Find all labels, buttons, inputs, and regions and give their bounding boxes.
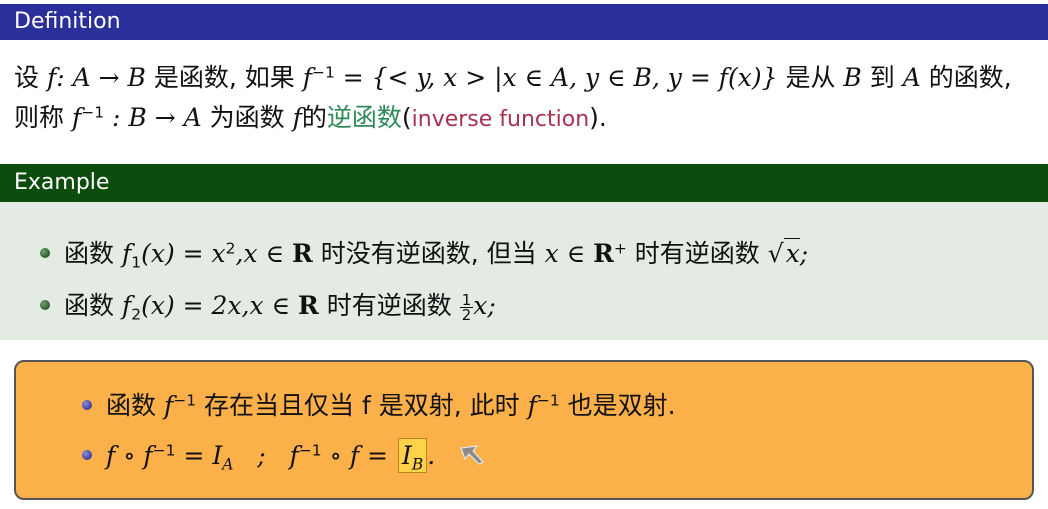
fraction-one-half: 12 [459,290,474,324]
bullet-icon [82,450,92,460]
definition-header: Definition [0,4,1048,40]
example-item-1: 函数 f1(x) = x2,x ∈ R 时没有逆函数, 但当 x ∈ R+ 时有… [40,234,808,270]
term-inverse-function-en: inverse function [411,107,590,132]
example-item-2: 函数 f2(x) = 2x,x ∈ R 时有逆函数 1 2 x; [40,286,496,322]
definition-body: 设 f: A → B 是函数, 如果 f−1 = {< y, x > |x ∈ … [0,40,1048,140]
definition-title: Definition [14,9,121,34]
highlight-box: 函数 f−1 存在当且仅当 f 是双射, 此时 f−1 也是双射. f ∘ f−… [14,360,1034,500]
identity-b-highlight: IB [397,438,428,473]
example-body: 函数 f1(x) = x2,x ∈ R 时没有逆函数, 但当 x ∈ R+ 时有… [0,202,1048,340]
bullet-icon [40,300,50,310]
bullet-icon [40,248,50,258]
bullet-icon [82,400,92,410]
definition-line-2: 则称 f−1 : B → A 为函数 f的逆函数(inverse functio… [14,103,607,132]
example-header: Example [0,164,1048,202]
term-inverse-function-zh: 逆函数 [326,103,402,132]
highlight-item-1: 函数 f−1 存在当且仅当 f 是双射, 此时 f−1 也是双射. [82,386,676,422]
cursor-arrow-icon [457,442,487,472]
example-title: Example [14,170,110,195]
definition-line-1: 设 f: A → B 是函数, 如果 f−1 = {< y, x > |x ∈ … [14,63,1012,92]
highlight-item-2: f ∘ f−1 = IA ; f−1 ∘ f = IB. [82,438,487,473]
